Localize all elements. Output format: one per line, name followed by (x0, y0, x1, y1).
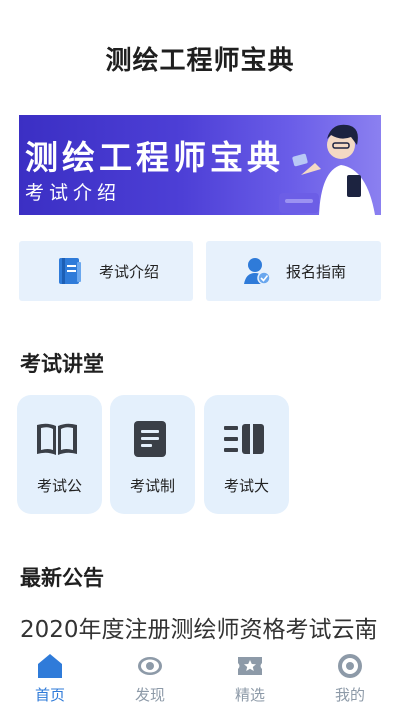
tab-discover[interactable]: 发现 (100, 645, 200, 711)
section-title-notices: 最新公告 (20, 566, 104, 590)
book-icon (59, 258, 81, 284)
quick-link-label: 报名指南 (286, 262, 347, 281)
tab-label: 首页 (34, 686, 65, 704)
tab-profile[interactable]: 我的 (300, 645, 400, 711)
notice-item[interactable]: 2020年度注册测绘师资格考试云南 (20, 610, 380, 644)
course-card-label: 考试公 (36, 477, 82, 495)
document-icon (134, 421, 166, 457)
course-card[interactable]: 考试公 (17, 395, 102, 514)
eye-icon (138, 657, 162, 675)
banner-subtitle: 考试介绍 (25, 182, 122, 204)
user-verified-icon (244, 258, 270, 285)
tab-label: 我的 (334, 686, 365, 704)
open-book-icon (37, 423, 77, 455)
course-card-label: 考试大 (223, 477, 269, 495)
profile-icon (338, 654, 362, 678)
tab-featured[interactable]: 精选 (200, 645, 300, 711)
course-card-label: 考试制 (129, 477, 175, 495)
home-icon (38, 654, 62, 678)
course-card[interactable]: 考试制 (110, 395, 195, 514)
person-with-phone-illustration (279, 124, 375, 215)
tab-label: 精选 (234, 686, 265, 704)
bottom-tab-bar: 首页 发现 精选 我的 (0, 645, 400, 711)
quick-link-label: 考试介绍 (99, 262, 160, 281)
banner-title: 测绘工程师宝典 (25, 138, 284, 177)
tab-label: 发现 (134, 686, 165, 704)
course-card[interactable]: 考试大 (204, 395, 289, 514)
quick-link-registration-guide[interactable]: 报名指南 (206, 241, 381, 301)
section-title-lectures: 考试讲堂 (20, 352, 104, 376)
quick-link-exam-intro[interactable]: 考试介绍 (19, 241, 193, 301)
page-title: 测绘工程师宝典 (105, 46, 295, 76)
promo-banner[interactable]: 测绘工程师宝典 考试介绍 (19, 115, 381, 215)
outline-list-icon (224, 424, 264, 454)
tab-home[interactable]: 首页 (0, 645, 100, 711)
star-ticket-icon (238, 657, 262, 675)
